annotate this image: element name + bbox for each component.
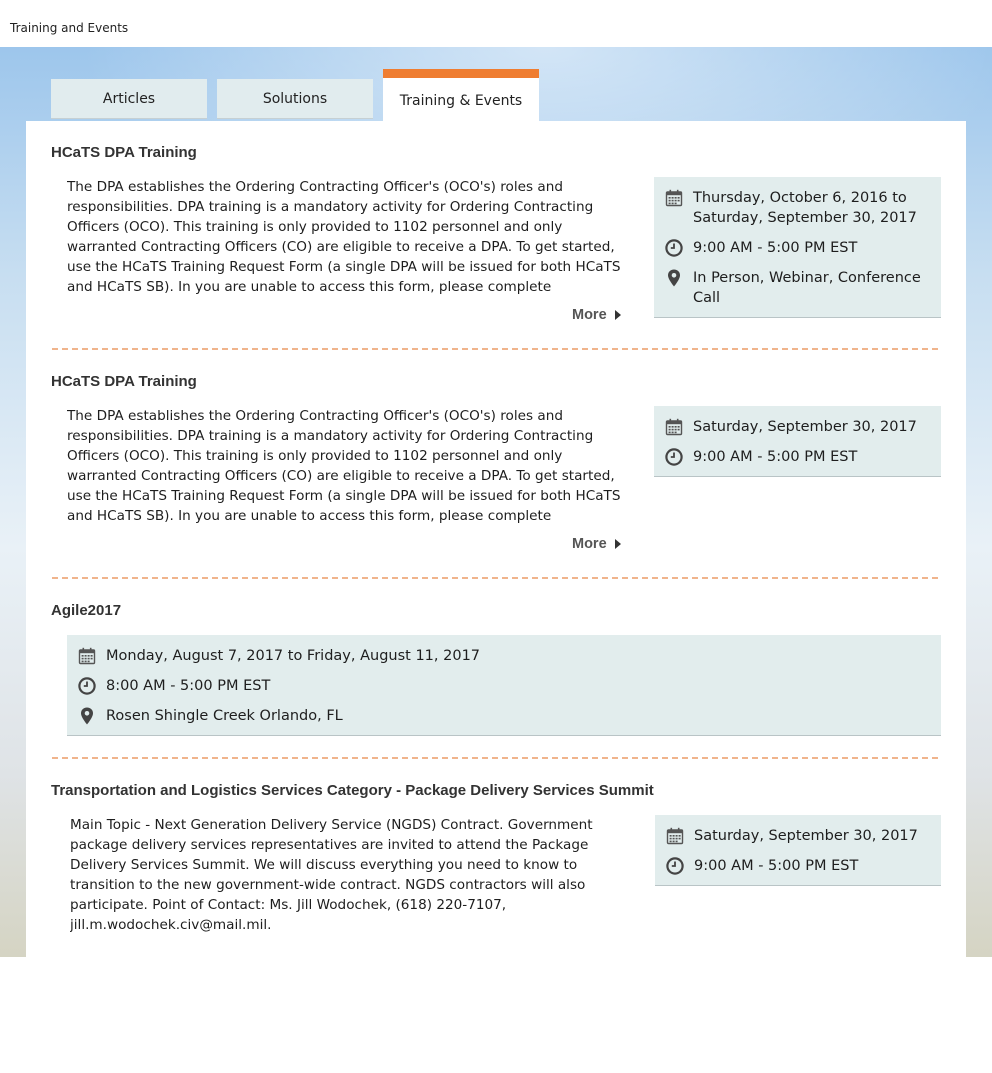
more-label: More bbox=[572, 536, 607, 552]
tab-articles[interactable]: Articles bbox=[51, 79, 207, 119]
event-info-panel: Thursday, October 6, 2016 to Saturday, S… bbox=[654, 177, 941, 318]
map-pin-icon bbox=[81, 707, 93, 725]
event-time: 9:00 AM - 5:00 PM EST bbox=[694, 858, 859, 874]
event-description: Main Topic - Next Generation Delivery Se… bbox=[70, 817, 593, 933]
clock-icon bbox=[665, 448, 683, 466]
more-link[interactable]: More bbox=[572, 307, 621, 323]
top-bar: Training and Events bbox=[0, 0, 992, 47]
event-title[interactable]: Transportation and Logistics Services Ca… bbox=[51, 782, 654, 799]
caret-right-icon bbox=[614, 539, 621, 549]
event-title[interactable]: Agile2017 bbox=[51, 602, 121, 619]
event-location: In Person, Webinar, Conference Call bbox=[693, 270, 921, 306]
event-divider bbox=[52, 757, 938, 759]
tab-training-events[interactable]: Training & Events bbox=[383, 69, 539, 121]
tab-bar: Articles Solutions Training & Events bbox=[51, 69, 651, 121]
event-description: The DPA establishes the Ordering Contrac… bbox=[67, 179, 621, 295]
clock-icon bbox=[666, 857, 684, 875]
event-info-panel: Monday, August 7, 2017 to Friday, August… bbox=[67, 635, 941, 736]
calendar-icon bbox=[665, 189, 683, 207]
event-location: Rosen Shingle Creek Orlando, FL bbox=[106, 708, 343, 724]
event-title[interactable]: HCaTS DPA Training bbox=[51, 373, 197, 390]
event-title[interactable]: HCaTS DPA Training bbox=[51, 144, 197, 161]
events-list: HCaTS DPA Training The DPA establishes t… bbox=[26, 121, 966, 957]
more-link[interactable]: More bbox=[572, 536, 621, 552]
event-description: The DPA establishes the Ordering Contrac… bbox=[67, 408, 621, 524]
caret-right-icon bbox=[614, 310, 621, 320]
event-divider bbox=[52, 348, 938, 350]
calendar-icon bbox=[666, 827, 684, 845]
tab-solutions[interactable]: Solutions bbox=[217, 79, 373, 119]
more-label: More bbox=[572, 307, 607, 323]
event-info-panel: Saturday, September 30, 2017 9:00 AM - 5… bbox=[655, 815, 941, 886]
clock-icon bbox=[665, 239, 683, 257]
event-date: Saturday, September 30, 2017 bbox=[694, 828, 918, 844]
event-time: 8:00 AM - 5:00 PM EST bbox=[106, 678, 271, 694]
map-pin-icon bbox=[668, 269, 680, 287]
event-time: 9:00 AM - 5:00 PM EST bbox=[693, 240, 858, 256]
event-time: 9:00 AM - 5:00 PM EST bbox=[693, 449, 858, 465]
event-date: Saturday, September 30, 2017 bbox=[693, 419, 917, 435]
calendar-icon bbox=[78, 647, 96, 665]
event-date: Monday, August 7, 2017 to Friday, August… bbox=[106, 648, 481, 664]
calendar-icon bbox=[665, 418, 683, 436]
event-info-panel: Saturday, September 30, 2017 9:00 AM - 5… bbox=[654, 406, 941, 477]
event-divider bbox=[52, 577, 938, 579]
page-title: Training and Events bbox=[10, 21, 129, 35]
event-date: Thursday, October 6, 2016 to Saturday, S… bbox=[693, 190, 917, 226]
clock-icon bbox=[78, 677, 96, 695]
